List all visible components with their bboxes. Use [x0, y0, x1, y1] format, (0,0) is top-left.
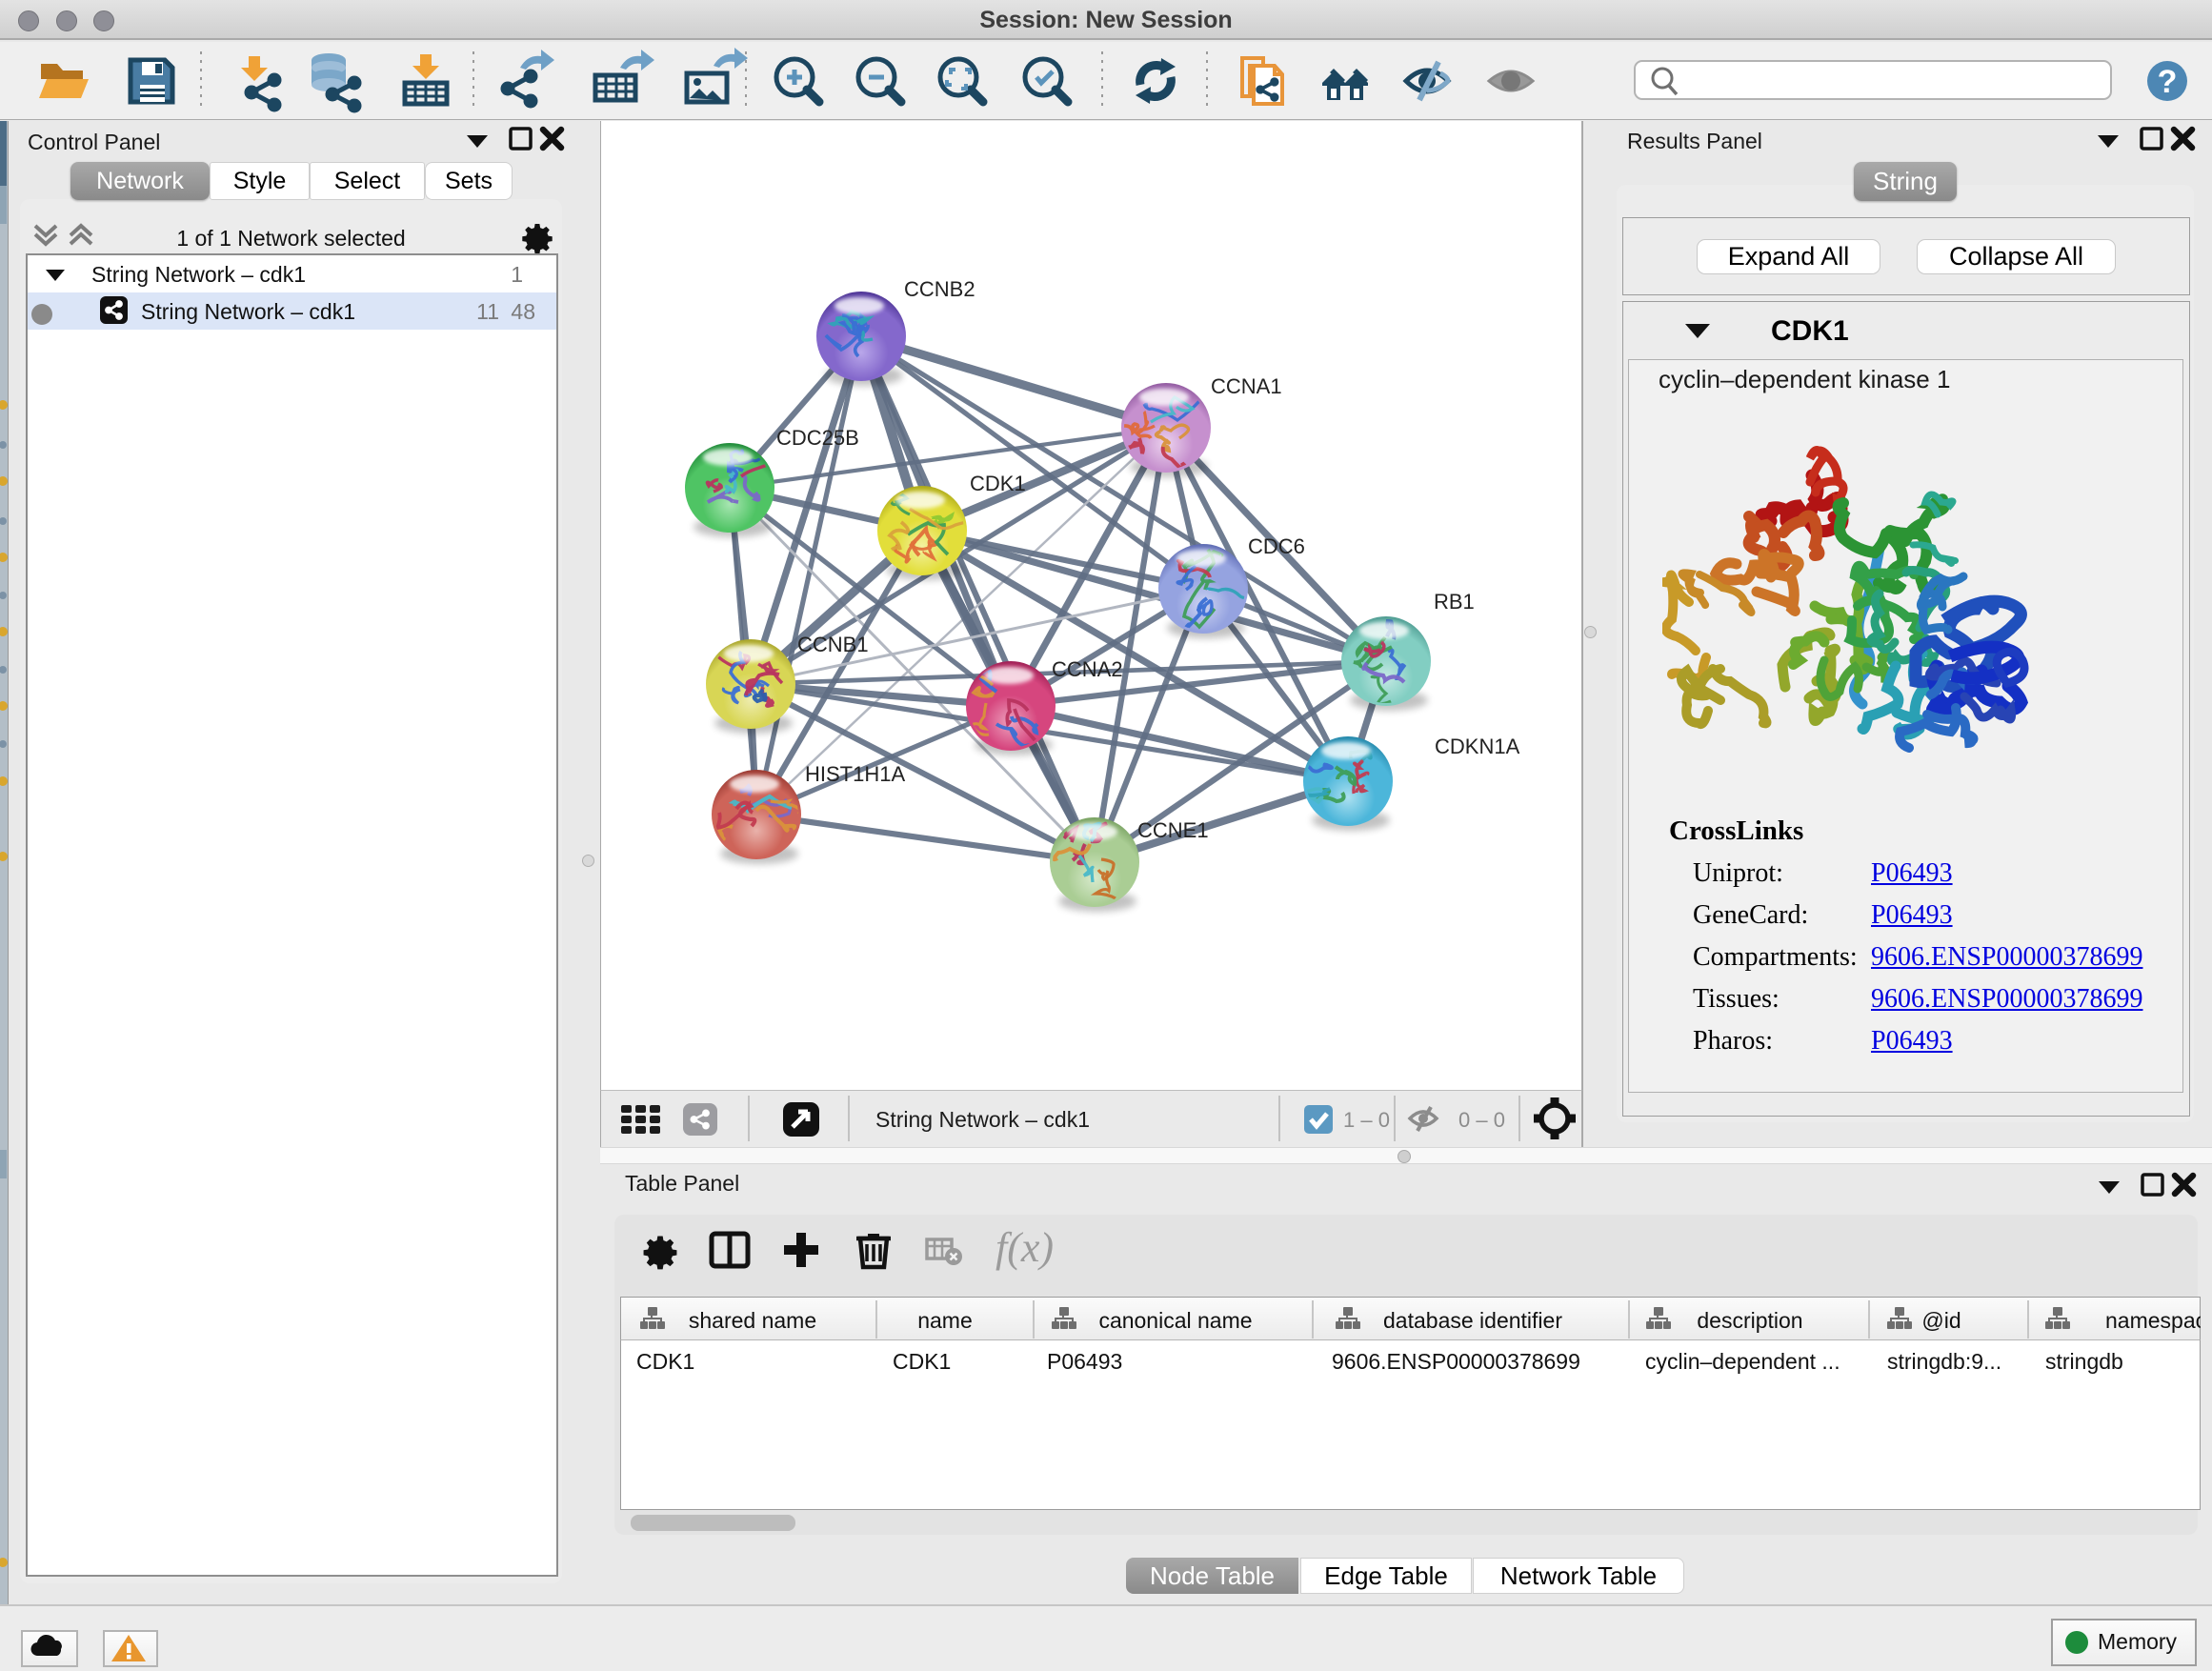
- svg-text:cyclin–dependent ...: cyclin–dependent ...: [1645, 1349, 1840, 1374]
- svg-text:database identifier: database identifier: [1383, 1308, 1562, 1333]
- svg-text:CCNE1: CCNE1: [1137, 818, 1209, 842]
- svg-text:description: description: [1697, 1308, 1802, 1333]
- svg-text:HIST1H1A: HIST1H1A: [805, 762, 905, 786]
- svg-text:canonical name: canonical name: [1098, 1308, 1252, 1333]
- svg-text:9606.ENSP00000378699: 9606.ENSP00000378699: [1332, 1349, 1580, 1374]
- svg-text:CDK1: CDK1: [893, 1349, 951, 1374]
- svg-text:stringdb:9...: stringdb:9...: [1887, 1349, 2001, 1374]
- svg-text:CDC6: CDC6: [1248, 534, 1305, 558]
- svg-text:name: name: [917, 1308, 973, 1333]
- svg-text:P06493: P06493: [1047, 1349, 1122, 1374]
- svg-text:CDKN1A: CDKN1A: [1435, 735, 1520, 758]
- svg-text:?: ?: [2158, 64, 2178, 100]
- svg-text:RB1: RB1: [1434, 590, 1475, 614]
- svg-text:namespace: namespace: [2105, 1308, 2201, 1333]
- svg-text:1 – 0: 1 – 0: [1343, 1108, 1390, 1132]
- svg-text:shared name: shared name: [689, 1308, 816, 1333]
- svg-text:CCNB1: CCNB1: [797, 633, 869, 656]
- svg-text:String Network – cdk1: String Network – cdk1: [875, 1107, 1090, 1132]
- svg-text:CCNB2: CCNB2: [904, 277, 975, 301]
- svg-text:f(x): f(x): [995, 1224, 1054, 1271]
- svg-text:CCNA1: CCNA1: [1211, 374, 1282, 398]
- svg-text:CCNA2: CCNA2: [1052, 657, 1123, 681]
- svg-text:CDC25B: CDC25B: [776, 426, 859, 450]
- svg-text:@id: @id: [1921, 1308, 1961, 1333]
- svg-text:CDK1: CDK1: [636, 1349, 694, 1374]
- svg-text:CDK1: CDK1: [970, 472, 1026, 495]
- svg-text:stringdb: stringdb: [2045, 1349, 2123, 1374]
- svg-text:0 – 0: 0 – 0: [1458, 1108, 1505, 1132]
